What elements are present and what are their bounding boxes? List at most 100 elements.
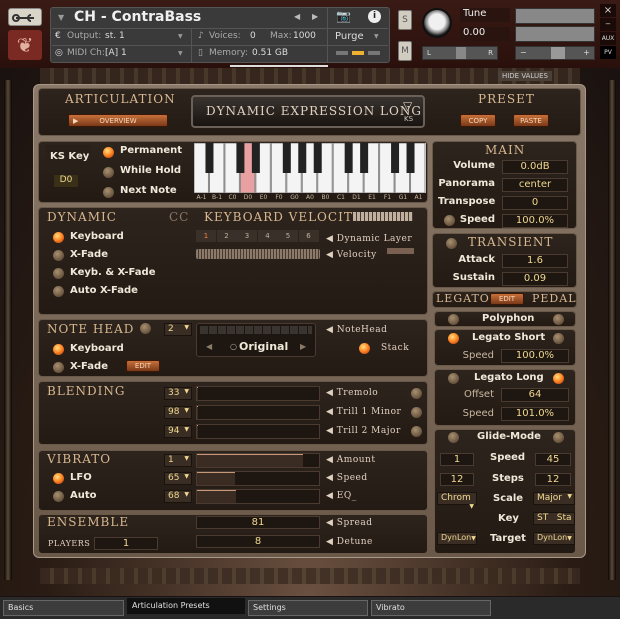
vibrato-mode-label[interactable]: LFO — [70, 472, 92, 483]
pan-slider-handle[interactable] — [456, 47, 466, 59]
purge-dropdown-icon[interactable]: ▼ — [374, 33, 379, 40]
dynamic-mode-led[interactable] — [53, 286, 64, 297]
glide-target-right-dropdown[interactable]: DynLon▼ — [533, 532, 575, 545]
blending-slider[interactable] — [196, 424, 320, 439]
glide-steps-right[interactable]: 12 — [535, 473, 571, 486]
vibrato-mode-led[interactable] — [53, 491, 64, 502]
purge-dropdown[interactable]: Purge — [335, 31, 364, 42]
instrument-name[interactable]: CH - ContraBass — [74, 9, 201, 25]
glide-scale-right-dropdown[interactable]: Major ▼ — [533, 492, 575, 505]
main-row-value[interactable]: 0.0dB — [502, 160, 568, 174]
note-head-mode-led[interactable] — [53, 344, 64, 355]
next-instrument-icon[interactable]: ▶ — [312, 12, 318, 21]
midi-dropdown-icon[interactable]: ▼ — [178, 50, 183, 57]
minimize-button[interactable]: − — [600, 18, 616, 31]
main-row-value[interactable]: 0 — [502, 196, 568, 210]
max-voices-value[interactable]: 1000 — [293, 31, 316, 41]
vibrato-mode-led[interactable] — [53, 473, 64, 484]
glide-steps-left[interactable]: 12 — [440, 473, 474, 486]
vibrato-slider[interactable] — [196, 453, 320, 468]
offset-value[interactable]: 64 — [501, 388, 569, 402]
transient-row-value[interactable]: 0.09 — [502, 272, 568, 286]
volume-slider[interactable]: − + — [515, 46, 595, 60]
blending-row-led[interactable] — [411, 388, 422, 399]
solo-button[interactable]: S — [398, 10, 412, 30]
polyphon-led-left[interactable] — [448, 314, 459, 325]
vibrato-slider[interactable] — [196, 489, 320, 504]
keyswitch-keyboard[interactable] — [193, 142, 426, 194]
mute-button[interactable]: M — [398, 41, 412, 61]
copy-button[interactable]: COPY — [460, 114, 496, 127]
ks-mode-label[interactable]: Next Note — [120, 185, 177, 196]
vibrato-value-dropdown[interactable]: 65 ▼ — [164, 472, 192, 485]
tab-3[interactable]: Vibrato — [371, 600, 491, 616]
output-dropdown-icon[interactable]: ▼ — [178, 33, 183, 40]
cc-tab[interactable]: CC — [169, 210, 189, 224]
stack-led[interactable] — [359, 343, 370, 354]
legato-long-led-right[interactable] — [553, 373, 564, 384]
vibrato-slider[interactable] — [196, 471, 320, 486]
tab-1[interactable]: Articulation Presets — [127, 598, 245, 614]
transient-toggle-led[interactable] — [446, 238, 457, 249]
pan-slider[interactable]: L R — [422, 46, 498, 60]
note-head-edit-button[interactable]: EDIT — [126, 360, 160, 372]
glide-speed-left[interactable]: 1 — [440, 453, 474, 466]
dynamic-layer-button[interactable]: 4 — [257, 230, 278, 242]
tune-value[interactable]: 0.00 — [460, 27, 510, 41]
players-value[interactable]: 1 — [94, 537, 158, 550]
vibrato-mode-label[interactable]: Auto — [70, 490, 97, 501]
keyboard-velocity-title[interactable]: KEYBOARD VELOCITY — [204, 210, 362, 224]
blending-value-dropdown[interactable]: 94 ▼ — [164, 425, 192, 438]
prev-notehead-icon[interactable]: ◀ — [206, 342, 212, 351]
blending-value-dropdown[interactable]: 33 ▼ — [164, 387, 192, 400]
paste-button[interactable]: PASTE — [513, 114, 549, 127]
velocity-value-bar[interactable] — [387, 248, 414, 254]
glide-scale-left-dropdown[interactable]: Chrom ▼ — [437, 492, 477, 510]
ks-mode-led[interactable] — [103, 147, 114, 158]
vibrato-value-dropdown[interactable]: 68 ▼ — [164, 490, 192, 503]
dynamic-mode-led[interactable] — [53, 268, 64, 279]
output-value[interactable]: st. 1 — [105, 31, 125, 41]
legato-long-speed-value[interactable]: 101.0% — [501, 407, 569, 421]
overview-button[interactable]: ▶ OVERVIEW — [68, 114, 168, 127]
dynamic-mode-label[interactable]: Keyb. & X-Fade — [70, 267, 156, 278]
glide-led-right[interactable] — [553, 432, 564, 443]
blending-row-led[interactable] — [411, 426, 422, 437]
legato-short-speed-value[interactable]: 100.0% — [501, 349, 569, 363]
close-button[interactable]: × — [600, 4, 616, 17]
blending-row-led[interactable] — [411, 407, 422, 418]
blending-slider[interactable] — [196, 386, 320, 401]
wrench-icon[interactable] — [8, 8, 42, 26]
midi-channel-value[interactable]: [A] 1 — [105, 48, 127, 58]
info-icon[interactable]: i — [368, 10, 381, 23]
legato-edit-button[interactable]: EDIT — [490, 293, 524, 305]
dynamic-layer-button[interactable]: 2 — [216, 230, 237, 242]
articulation-selected[interactable]: DYNAMIC EXPRESSION LONG — [206, 104, 422, 118]
note-head-mode-label[interactable]: Keyboard — [70, 343, 124, 354]
glide-target-left-dropdown[interactable]: DynLon▼ — [437, 532, 477, 545]
camera-icon[interactable]: 📷 — [336, 9, 351, 23]
pv-button[interactable]: PV — [600, 46, 616, 59]
dynamic-layer-button[interactable]: 3 — [237, 230, 257, 242]
articulation-dropdown-icon[interactable]: ▽ — [403, 99, 412, 113]
glide-speed-right[interactable]: 45 — [535, 453, 571, 466]
dynamic-layer-button[interactable]: 1 — [196, 230, 216, 242]
vibrato-value-dropdown[interactable]: 1 ▼ — [164, 454, 192, 467]
dynamic-mode-led[interactable] — [53, 232, 64, 243]
tab-2[interactable]: Settings — [248, 600, 368, 616]
note-head-count-dropdown[interactable]: 2 ▼ — [164, 323, 192, 336]
detune-slider[interactable]: 8 — [196, 535, 320, 548]
note-head-led[interactable] — [140, 323, 151, 334]
dynamic-layer-button[interactable]: 5 — [278, 230, 298, 242]
prev-instrument-icon[interactable]: ◀ — [294, 12, 300, 21]
velocity-curve-slider[interactable] — [196, 249, 320, 259]
dynamic-layer-button[interactable]: 6 — [298, 230, 319, 242]
dynamic-mode-label[interactable]: X-Fade — [70, 249, 108, 260]
dynamic-mode-label[interactable]: Auto X-Fade — [70, 285, 138, 296]
note-head-mode-led[interactable] — [53, 362, 64, 373]
dynamic-mode-led[interactable] — [53, 250, 64, 261]
legato-short-led-left[interactable] — [448, 333, 459, 344]
ks-mode-label[interactable]: While Hold — [120, 165, 181, 176]
transient-row-value[interactable]: 1.6 — [502, 254, 568, 268]
main-row-value[interactable]: center — [502, 178, 568, 192]
